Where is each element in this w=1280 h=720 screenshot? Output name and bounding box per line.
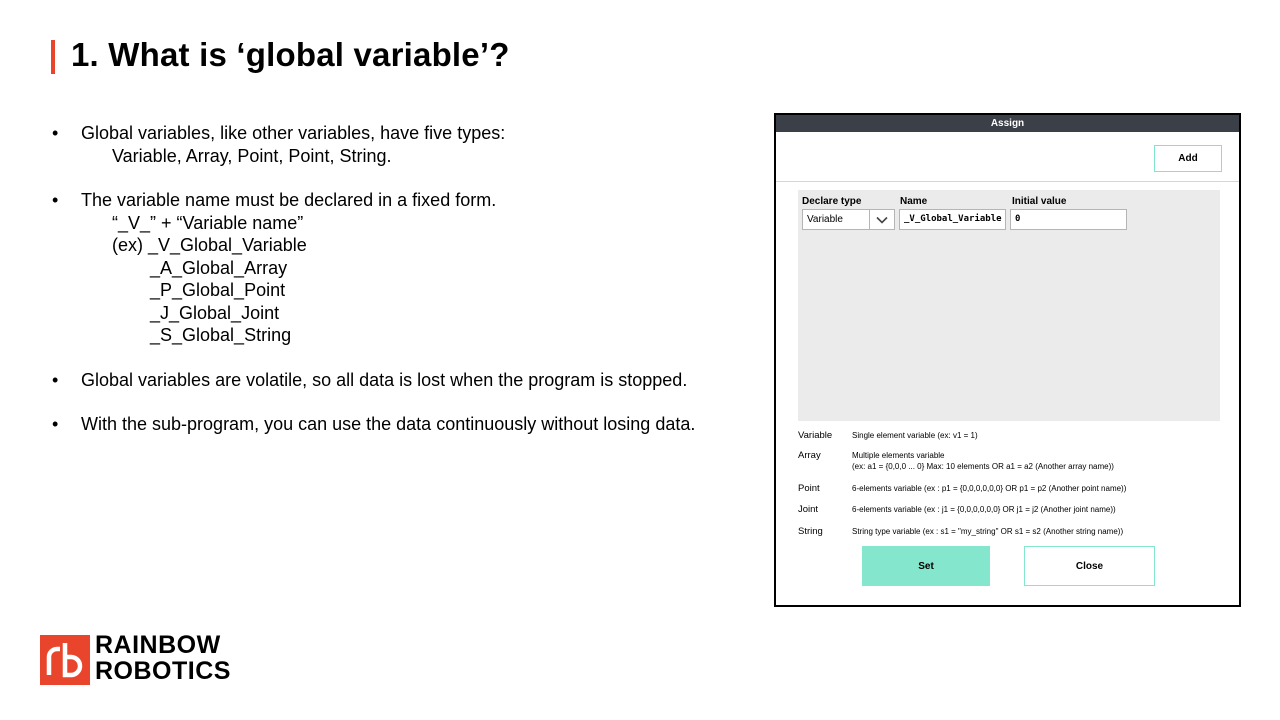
- bullet-item: • The variable name must be declared in …: [52, 189, 772, 347]
- bullet-subtext: Variable, Array, Point, Point, String.: [112, 145, 392, 166]
- rb-logo-icon: [40, 635, 90, 685]
- variable-name-input[interactable]: _V_Global_Variable: [899, 209, 1006, 230]
- bullet-dot: •: [52, 414, 59, 434]
- bullet-text: With the sub-program, you can use the da…: [81, 414, 696, 434]
- slide-title: 1. What is ‘global variable’?: [71, 36, 510, 73]
- bullet-item: • With the sub-program, you can use the …: [52, 413, 772, 436]
- declare-type-select[interactable]: Variable: [802, 209, 895, 230]
- legend-desc: String type variable (ex : s1 = "my_stri…: [852, 527, 1124, 536]
- bullet-subtext: (ex) _V_Global_Variable: [112, 235, 307, 255]
- legend-desc: 6-elements variable (ex : j1 = {0,0,0,0,…: [852, 505, 1116, 514]
- title-accent-bar: [51, 40, 55, 74]
- bullet-subtext: “_V_” + “Variable name”: [112, 212, 304, 233]
- dialog-divider: [776, 181, 1239, 182]
- assign-dialog: Assign Add Declare type Name Initial val…: [774, 113, 1241, 607]
- logo-wordmark: RAINBOW ROBOTICS: [95, 631, 231, 685]
- legend-key: Variable: [798, 430, 833, 441]
- bullet-item: • Global variables are volatile, so all …: [52, 369, 772, 392]
- variable-table-panel: Declare type Name Initial value Variable…: [798, 190, 1220, 421]
- initial-value-input[interactable]: 0: [1010, 209, 1127, 230]
- bullet-list: • Global variables, like other variables…: [52, 122, 772, 458]
- legend-desc: Multiple elements variable (ex: a1 = {0,0…: [852, 451, 1114, 471]
- bullet-example: _J_Global_Joint: [150, 302, 280, 323]
- add-button[interactable]: Add: [1154, 145, 1222, 172]
- declare-type-value: Variable: [807, 214, 843, 225]
- set-button[interactable]: Set: [862, 546, 990, 586]
- bullet-dot: •: [52, 369, 59, 390]
- column-header-name: Name: [900, 196, 928, 207]
- bullet-example: _P_Global_Point: [150, 280, 286, 300]
- legend-key: Array: [798, 450, 821, 461]
- column-header-declare-type: Declare type: [802, 196, 862, 207]
- legend-key: Point: [798, 483, 820, 494]
- bullet-example: _S_Global_String: [150, 325, 292, 345]
- bullet-text: Global variables are volatile, so all da…: [81, 369, 688, 390]
- bullet-dot: •: [52, 123, 59, 143]
- dialog-title: Assign: [776, 115, 1239, 132]
- bullet-item: • Global variables, like other variables…: [52, 122, 772, 167]
- bullet-text: The variable name must be declared in a …: [81, 190, 497, 210]
- bullet-example: _A_Global_Array: [150, 257, 288, 278]
- close-button[interactable]: Close: [1024, 546, 1155, 586]
- legend-desc: Single element variable (ex: v1 = 1): [852, 431, 978, 440]
- bullet-text: Global variables, like other variables, …: [81, 123, 506, 143]
- legend-desc: 6-elements variable (ex : p1 = {0,0,0,0,…: [852, 484, 1127, 493]
- chevron-down-icon[interactable]: [869, 210, 894, 229]
- column-header-initial-value: Initial value: [1012, 196, 1067, 207]
- legend-key: String: [798, 526, 823, 537]
- legend-key: Joint: [798, 504, 819, 515]
- bullet-dot: •: [52, 190, 59, 210]
